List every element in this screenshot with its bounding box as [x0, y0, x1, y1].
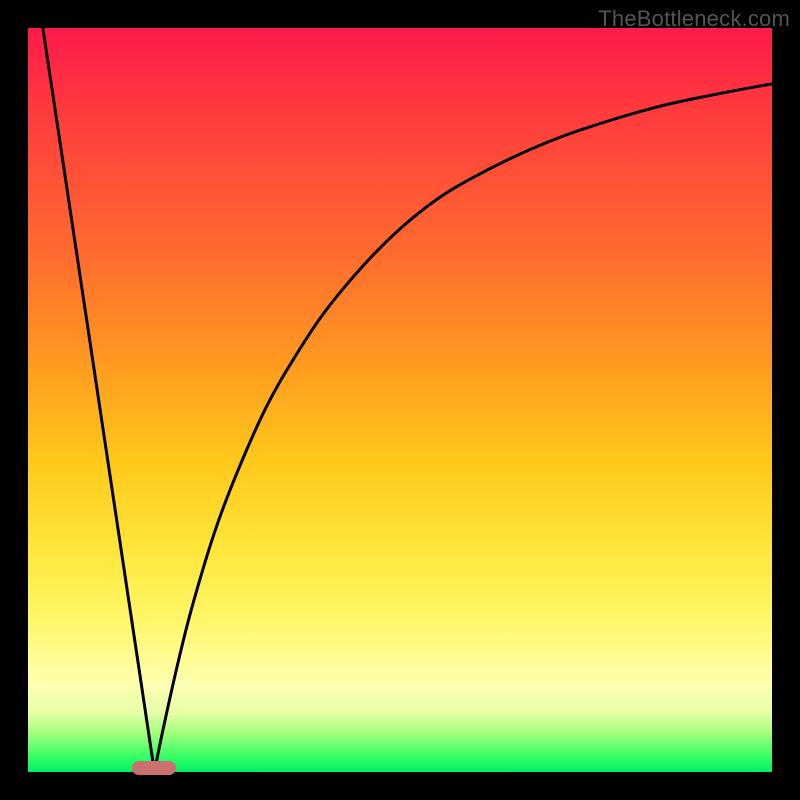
bottleneck-curve [28, 28, 772, 772]
right-branch-line [154, 84, 772, 772]
chart-frame: TheBottleneck.com [0, 0, 800, 800]
plot-area [28, 28, 772, 772]
bottleneck-minimum-marker [132, 761, 176, 775]
watermark-text: TheBottleneck.com [598, 6, 790, 32]
left-branch-line [43, 28, 155, 772]
